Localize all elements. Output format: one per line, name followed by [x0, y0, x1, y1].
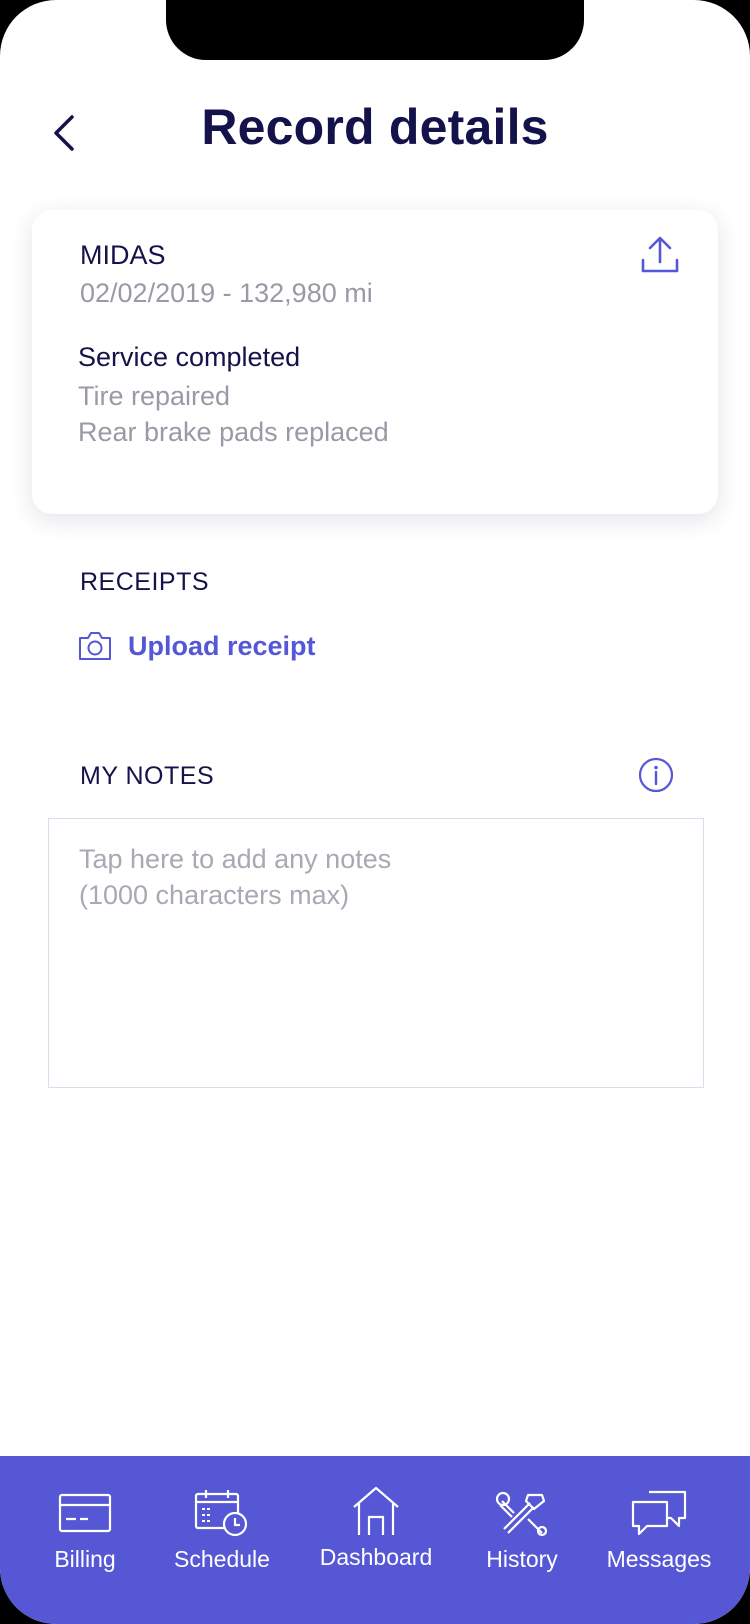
credit-card-icon: [55, 1486, 115, 1540]
receipts-heading: RECEIPTS: [80, 568, 210, 596]
upload-receipt-button[interactable]: Upload receipt: [78, 628, 316, 664]
tab-history-label: History: [486, 1546, 558, 1572]
tab-schedule-label: Schedule: [174, 1546, 270, 1572]
garage-icon: [346, 1484, 406, 1538]
notes-input[interactable]: [48, 818, 704, 1088]
notes-info-button[interactable]: [638, 757, 674, 793]
notes-heading: MY NOTES: [80, 762, 215, 790]
tab-billing-label: Billing: [54, 1546, 116, 1572]
record-date-mileage: 02/02/2019 - 132,980 mi: [80, 278, 373, 308]
calendar-clock-icon: [192, 1486, 252, 1540]
service-heading: Service completed: [78, 342, 301, 372]
service-list: Tire repaired Rear brake pads replaced: [78, 378, 389, 450]
camera-icon: [79, 632, 111, 660]
bottom-tab-bar: Billing Schedule Dashboard History Messa…: [0, 1456, 750, 1624]
upload-receipt-label: Upload receipt: [128, 630, 316, 661]
tab-dashboard[interactable]: Dashboard: [312, 1456, 440, 1624]
tab-messages-label: Messages: [606, 1546, 712, 1572]
chat-bubbles-icon: [629, 1486, 689, 1540]
page-title: Record details: [201, 99, 549, 155]
info-icon: [638, 757, 674, 793]
tab-billing[interactable]: Billing: [44, 1456, 126, 1624]
tab-history[interactable]: History: [478, 1456, 566, 1624]
wrench-hammer-icon: [492, 1486, 552, 1540]
tab-dashboard-label: Dashboard: [319, 1544, 433, 1570]
record-card: MIDAS 02/02/2019 - 132,980 mi Service co…: [32, 210, 718, 514]
service-item: Tire repaired: [78, 381, 231, 411]
app-screen: Record details MIDAS 02/02/2019 - 132,98…: [0, 0, 750, 1624]
device-notch: [166, 0, 584, 60]
share-button[interactable]: [640, 234, 680, 276]
tab-messages[interactable]: Messages: [602, 1456, 716, 1624]
share-upload-icon: [641, 236, 679, 273]
service-item: Rear brake pads replaced: [78, 417, 389, 447]
shop-name: MIDAS: [80, 240, 166, 270]
tab-schedule[interactable]: Schedule: [166, 1456, 278, 1624]
